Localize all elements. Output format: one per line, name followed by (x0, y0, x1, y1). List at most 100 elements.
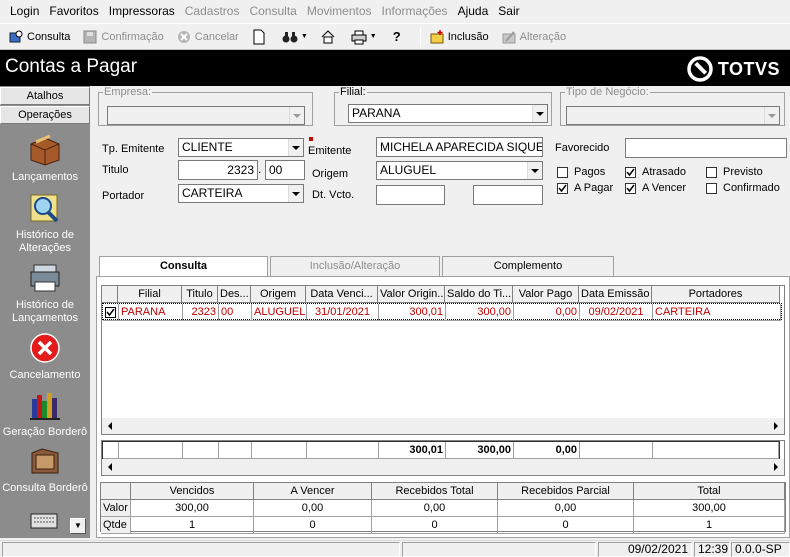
menu-consulta[interactable]: Consulta (245, 4, 300, 18)
confirmado-checkbox[interactable]: Confirmado (706, 182, 780, 194)
sidebar-scroll-down-button[interactable]: ▼ (70, 518, 86, 534)
emitente-input[interactable]: MICHELA APARECIDA SIQUEIRA (376, 137, 543, 157)
scroll-right-icon[interactable] (768, 418, 784, 434)
titulo-input[interactable]: 2323 (178, 160, 258, 180)
grid-header-cell[interactable]: Data Venci... (306, 286, 378, 303)
grid-cell-titulo: 2323 (183, 304, 219, 321)
scroll-left-icon[interactable] (102, 459, 118, 475)
help-button[interactable]: ? (385, 26, 412, 48)
cancelar-button[interactable]: Cancelar (172, 26, 243, 48)
tab-consulta[interactable]: Consulta (99, 256, 268, 278)
sidebar-item-historico-lancamentos[interactable]: Histórico de Lançamentos (0, 261, 90, 325)
sidebar-tab-operacoes[interactable]: Operações (0, 106, 90, 124)
grid-header-cell[interactable]: Valor Pago (513, 286, 579, 303)
grid-header-cell[interactable]: Origem (251, 286, 306, 303)
filter-form: Empresa: Filial: PARANA Tipo de Negócio:… (92, 86, 790, 254)
row-select-checkbox[interactable] (103, 304, 119, 321)
menu-favoritos[interactable]: Favoritos (45, 4, 102, 18)
dt-vcto-from-input[interactable] (376, 185, 445, 205)
tipo-negocio-select[interactable] (566, 106, 780, 125)
keyboard-icon (27, 504, 63, 538)
sidebar-item-lancamentos[interactable]: Lançamentos (0, 133, 90, 184)
grid-header-select (102, 286, 118, 303)
sidebar-item-label: Lançamentos (11, 171, 79, 183)
a-pagar-checkbox[interactable]: A Pagar (557, 182, 613, 194)
atrasado-checkbox[interactable]: Atrasado (625, 166, 686, 178)
check-icon (625, 166, 636, 178)
grid-header-cell[interactable]: Data Emissão (579, 286, 652, 303)
titles-grid: Filial Titulo Des... Origem Data Venci..… (101, 285, 785, 435)
dt-vcto-to-input[interactable] (473, 185, 543, 205)
menu-movimentos[interactable]: Movimentos (303, 4, 376, 18)
status-bar: 09/02/2021 12:39 0.0.0-SP (0, 540, 790, 557)
tab-complemento[interactable]: Complemento (442, 256, 614, 276)
menu-sair[interactable]: Sair (494, 4, 523, 18)
table-row[interactable]: PARANA 2323 00 ALUGUEL 31/01/2021 300,01… (102, 303, 782, 321)
dt-vcto-label: Dt. Vcto. (312, 189, 355, 201)
inclusao-button[interactable]: Inclusão (425, 26, 493, 48)
emitente-value: MICHELA APARECIDA SIQUEIRA (380, 140, 542, 154)
filial-select[interactable]: PARANA (348, 104, 548, 123)
menu-informacoes[interactable]: Informações (378, 4, 452, 18)
scroll-right-icon[interactable] (768, 459, 784, 475)
total-valor-orig: 300,01 (379, 442, 446, 459)
grid-cell-valor-pago: 0,00 (514, 304, 580, 321)
consulta-button[interactable]: Consulta (4, 26, 74, 48)
print-dropdown-icon: ▼ (369, 33, 377, 40)
grid-header-cell[interactable]: Valor Origin... (378, 286, 445, 303)
chevron-down-icon (288, 139, 303, 156)
pagos-checkbox[interactable]: Pagos (557, 166, 605, 178)
previsto-checkbox[interactable]: Previsto (706, 166, 763, 178)
alteracao-button[interactable]: Alteração (497, 26, 570, 48)
summary-row-qtde: Qtde 1 0 0 0 1 (101, 517, 785, 534)
menu-login[interactable]: Login (6, 4, 43, 18)
summary-row-label: Valor (101, 500, 131, 517)
new-document-button[interactable] (247, 26, 274, 48)
status-panel-message (2, 542, 400, 557)
inclusao-label: Inclusão (447, 30, 489, 43)
grid-header-cell[interactable]: Portadores (652, 286, 780, 303)
tp-emitente-select[interactable]: CLIENTE (178, 138, 304, 157)
sidebar-item-geracao-bordero[interactable]: Geração Borderô (0, 388, 90, 439)
home-button[interactable] (316, 26, 343, 48)
sidebar-item-cancelamento[interactable]: Cancelamento (0, 331, 90, 382)
menu-ajuda[interactable]: Ajuda (454, 4, 493, 18)
grid-header-cell[interactable]: Des... (218, 286, 251, 303)
favorecido-input[interactable] (625, 138, 787, 158)
grid-cell-portadores: CARTEIRA (653, 304, 781, 321)
check-icon (557, 182, 568, 194)
tab-inclusao-alteracao[interactable]: Inclusão/Alteração (270, 256, 440, 276)
sidebar-tab-atalhos[interactable]: Atalhos (0, 87, 90, 105)
summary-header-cell: Total (634, 483, 785, 500)
grid-header-cell[interactable]: Saldo do Ti... (445, 286, 513, 303)
grid-header-cell[interactable]: Titulo (182, 286, 218, 303)
print-button[interactable]: ▼ (347, 26, 381, 48)
consulta-icon (8, 29, 24, 45)
a-vencer-checkbox[interactable]: A Vencer (625, 182, 686, 194)
binoculars-button[interactable]: ▼ (278, 26, 312, 48)
menu-impressoras[interactable]: Impressoras (105, 4, 179, 18)
portador-select[interactable]: CARTEIRA (178, 184, 304, 203)
chevron-down-icon (288, 185, 303, 202)
cancel-x-icon (27, 331, 63, 365)
grid-header-cell[interactable]: Filial (118, 286, 182, 303)
empresa-select[interactable] (107, 106, 305, 125)
consulta-panel: Filial Titulo Des... Origem Data Venci..… (96, 276, 790, 538)
totals-horizontal-scrollbar[interactable] (102, 459, 784, 475)
origem-select[interactable]: ALUGUEL (376, 161, 543, 180)
summary-cell: 1 (131, 517, 254, 534)
grid-horizontal-scrollbar[interactable] (102, 418, 784, 434)
titulo-seq-input[interactable]: 00 (265, 160, 305, 180)
status-version: 0.0.0-SP (731, 542, 790, 557)
page-title: Contas a Pagar (5, 56, 138, 77)
scroll-left-icon[interactable] (102, 418, 118, 434)
confirmacao-button[interactable]: Confirmação (78, 26, 167, 48)
sidebar-item-consulta-bordero[interactable]: Consulta Borderô (0, 444, 90, 495)
new-document-icon (251, 29, 267, 45)
toolbar: Consulta Confirmação Cancelar ▼ ▼ ? Incl… (0, 23, 790, 50)
sidebar-item-historico-alteracoes[interactable]: Histórico de Alterações (0, 191, 90, 255)
chevron-down-icon (289, 107, 304, 124)
window-title-bar: Contas a Pagar TOTVS (0, 50, 790, 86)
binoculars-icon (282, 29, 298, 45)
menu-cadastros[interactable]: Cadastros (181, 4, 244, 18)
